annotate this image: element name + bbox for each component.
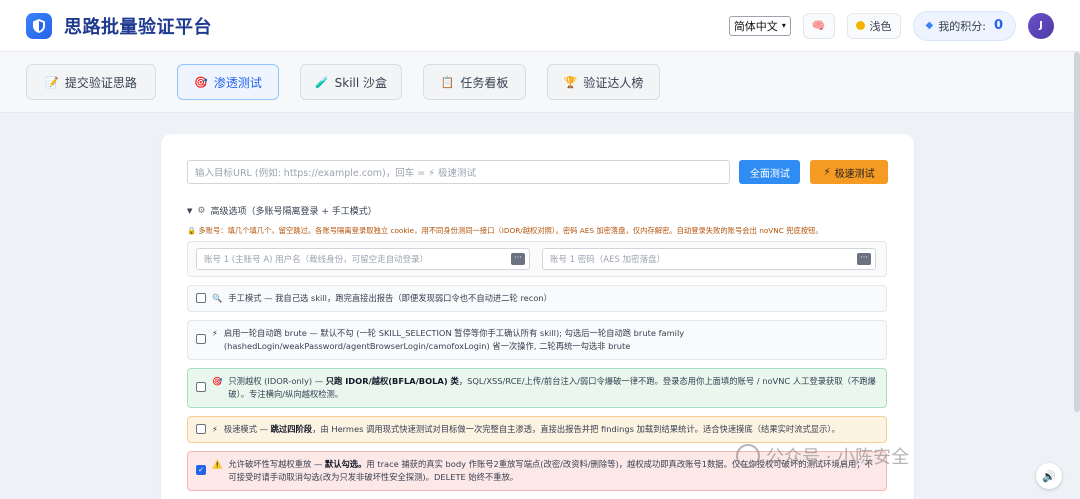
option-bold: 默认勾选。: [324, 459, 367, 469]
tab-submit-idea[interactable]: 📝 提交验证思路: [26, 64, 156, 100]
speaker-icon[interactable]: 🔊: [1036, 463, 1062, 489]
target-icon: 🎯: [194, 75, 208, 89]
tab-label: 任务看板: [460, 75, 509, 90]
sun-icon: [855, 21, 865, 30]
warning-icon: ⚠️: [212, 459, 223, 469]
tab-task-board[interactable]: 📋 任务看板: [423, 64, 526, 100]
target-url-input[interactable]: 输入目标URL (例如: https://example.com)，回车 = ⚡…: [187, 160, 731, 184]
checkbox[interactable]: [196, 334, 206, 344]
language-label: 简体中文: [733, 19, 778, 33]
sandbox-icon: 🧪: [314, 75, 329, 89]
watermark-text: 公众号 · 小陈安全: [766, 447, 910, 468]
more-icon[interactable]: ···: [511, 253, 525, 265]
diamond-icon: ◆: [925, 20, 934, 31]
username-placeholder: 账号 1 (主账号 A) 用户名（裁线身份，可留空走自动登录）: [204, 255, 429, 265]
chevron-down-icon: ▾: [781, 21, 786, 30]
checkbox[interactable]: [196, 424, 206, 434]
full-test-button[interactable]: 全面测试: [739, 160, 801, 184]
tab-leaderboard[interactable]: 🏆 验证达人榜: [547, 64, 660, 100]
language-select[interactable]: 简体中文 ▾: [728, 15, 791, 36]
trophy-icon: 🏆: [563, 75, 578, 89]
clipboard-icon: 📋: [440, 75, 455, 89]
option-text: 手工模式 — 我自己选 skill，跑完直接出报告（即便发现弱口令也不自动进二轮…: [228, 293, 552, 303]
option-manual-mode[interactable]: 🔍 手工模式 — 我自己选 skill，跑完直接出报告（即便发现弱口令也不自动进…: [187, 285, 887, 312]
option-bold: 跳过四阶段: [270, 424, 313, 434]
tab-label: Skill 沙盒: [334, 75, 388, 90]
option-text-wrapper: 极速模式 — 跳过四阶段，由 Hermes 调用现式快速测试对目标做一次完整自主…: [224, 423, 840, 436]
brain-icon: 🧠: [811, 19, 826, 32]
checkbox-checked[interactable]: ✓: [196, 465, 206, 475]
magnifier-icon: 🔍: [212, 293, 223, 303]
points-badge[interactable]: ◆ 我的积分: 0: [912, 10, 1016, 41]
tab-bar: 📝 提交验证思路 🎯 渗透测试 🧪 Skill 沙盒 📋 任务看板 🏆 验证达人…: [0, 52, 1080, 113]
tab-label: 渗透测试: [213, 75, 262, 90]
triangle-down-icon: ▼: [187, 206, 193, 215]
option-text: 只测越权 (IDOR-only) —: [228, 376, 326, 386]
points-value: 0: [993, 18, 1003, 33]
memo-icon: 📝: [45, 75, 59, 89]
brand[interactable]: 思路批量验证平台: [26, 12, 212, 39]
account-row: 账号 1 (主账号 A) 用户名（裁线身份，可留空走自动登录） ··· 账号 1…: [187, 241, 887, 277]
option-idor-only[interactable]: 🎯 只测越权 (IDOR-only) — 只跑 IDOR/越权(BFLA/BOL…: [187, 368, 887, 408]
lightning-icon: ⚡: [823, 166, 831, 178]
fast-test-button[interactable]: ⚡ 极速测试: [810, 160, 888, 184]
lightning-icon: ⚡: [212, 328, 218, 338]
top-header: 思路批量验证平台 简体中文 ▾ 🧠 浅色 ◆ 我的积分: 0 J: [0, 0, 1080, 52]
page-scrollbar[interactable]: [1074, 52, 1080, 412]
app-title: 思路批量验证平台: [64, 16, 212, 38]
avatar[interactable]: J: [1028, 12, 1054, 39]
advanced-note: 🔒 多账号：填几个填几个，留空跳过。各账号隔离登录取独立 cookie，用不同身…: [187, 226, 888, 236]
url-placeholder: 输入目标URL (例如: https://example.com)，回车 = ⚡…: [195, 168, 476, 179]
option-fast-mode[interactable]: ⚡ 极速模式 — 跳过四阶段，由 Hermes 调用现式快速测试对目标做一次完整…: [187, 416, 887, 443]
more-icon[interactable]: ···: [857, 253, 871, 265]
option-auto-brute[interactable]: ⚡ 启用一轮自动跑 brute — 默认不勾 (一轮 SKILL_SELECTI…: [187, 320, 887, 360]
lightning-icon: ⚡: [212, 424, 218, 434]
advanced-options-toggle[interactable]: ▼ ⚙ 高级选项（多账号隔离登录 + 手工模式）: [187, 204, 888, 218]
option-text: 极速模式 —: [223, 424, 271, 434]
skin-button[interactable]: 🧠: [802, 12, 835, 39]
checkbox[interactable]: [196, 382, 206, 392]
points-label: 我的积分:: [938, 19, 986, 33]
option-text: 启用一轮自动跑 brute — 默认不勾 (一轮 SKILL_SELECTION…: [223, 328, 685, 351]
option-text: 允许破坏性写越权重放 —: [228, 459, 325, 469]
advanced-title: 高级选项（多账号隔离登录 + 手工模式）: [210, 207, 377, 217]
option-bold: 只跑 IDOR/越权(BFLA/BOLA) 类: [325, 376, 459, 386]
shield-logo-icon: [26, 12, 52, 39]
password-placeholder: 账号 1 密码（AES 加密落盘）: [550, 255, 666, 265]
account-username-input[interactable]: 账号 1 (主账号 A) 用户名（裁线身份，可留空走自动登录） ···: [196, 248, 530, 270]
advanced-note-text: 多账号：填几个填几个，留空跳过。各账号隔离登录取独立 cookie，用不同身份测…: [198, 226, 823, 235]
gear-icon: ⚙: [197, 205, 206, 216]
target-icon: 🎯: [212, 376, 223, 386]
tab-label: 提交验证思路: [64, 75, 137, 90]
fast-test-label: 极速测试: [834, 168, 875, 180]
account-password-input[interactable]: 账号 1 密码（AES 加密落盘） ···: [542, 248, 876, 270]
option-text-after: ，由 Hermes 调用现式快速测试对目标做一次完整自主渗透，直接出报告并把 f…: [312, 424, 840, 434]
option-text-wrapper: 只测越权 (IDOR-only) — 只跑 IDOR/越权(BFLA/BOLA)…: [228, 375, 878, 401]
theme-toggle-button[interactable]: 浅色: [846, 12, 901, 39]
wechat-logo-icon: [736, 444, 760, 468]
tab-skill-sandbox[interactable]: 🧪 Skill 沙盒: [300, 64, 402, 100]
tab-label: 验证达人榜: [583, 75, 644, 90]
watermark: 公众号 · 小陈安全: [736, 443, 909, 469]
theme-label: 浅色: [869, 19, 892, 33]
tab-pentest[interactable]: 🎯 渗透测试: [177, 64, 279, 100]
lock-icon: 🔒: [187, 226, 197, 235]
checkbox[interactable]: [196, 293, 206, 303]
